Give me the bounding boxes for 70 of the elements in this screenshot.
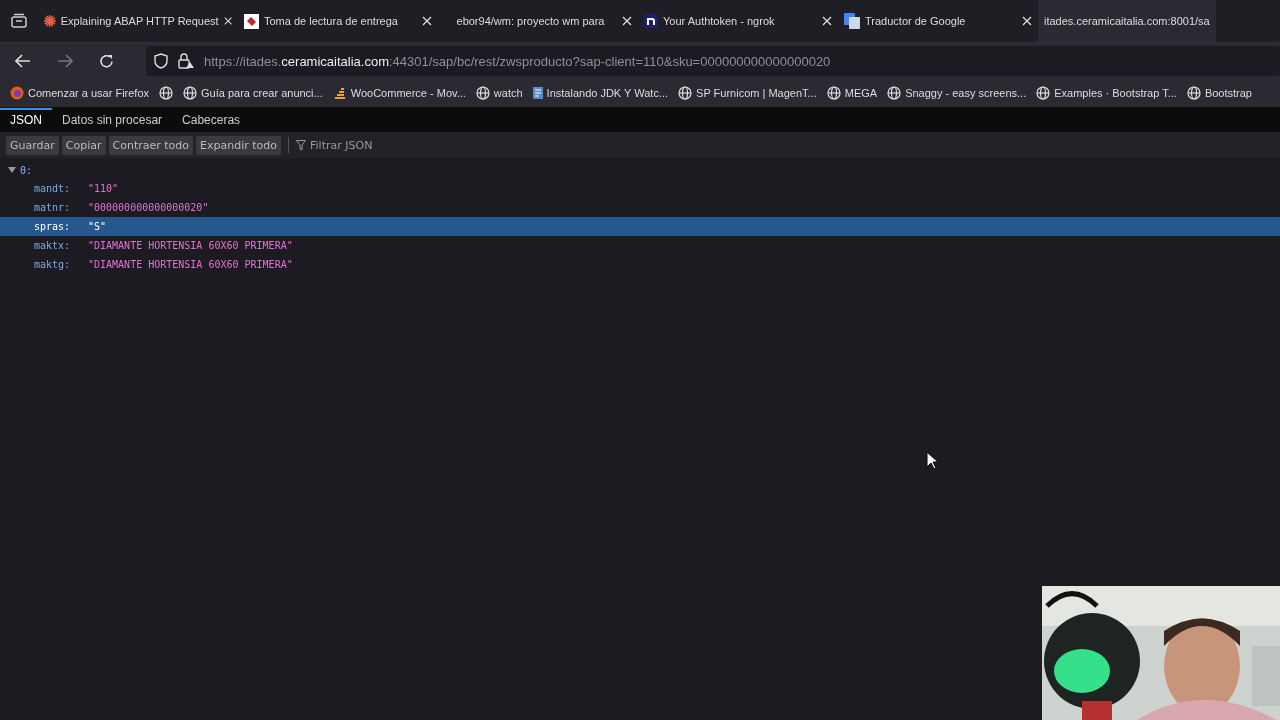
bookmark[interactable]: Instalando JDK Y Watc...: [532, 87, 669, 99]
filter-icon: [296, 139, 306, 151]
browser-tab[interactable]: Traductor de Google: [838, 0, 1038, 42]
bookmark[interactable]: SP Furnicom | MagenT...: [678, 86, 817, 100]
bookmark[interactable]: Comenzar a usar Firefox: [10, 86, 150, 100]
globe-icon: [1036, 86, 1051, 100]
browser-tab[interactable]: ebor94/wm: proyecto wm para: [438, 0, 638, 42]
json-key: 0:: [20, 164, 74, 176]
document-icon: [532, 87, 543, 99]
json-value: "DIAMANTE HORTENSIA 60X60 PRIMERA": [88, 259, 293, 270]
expand-arrow-icon[interactable]: [8, 166, 16, 174]
back-icon[interactable]: [15, 54, 31, 68]
toolbar-button[interactable]: Copiar: [61, 135, 106, 155]
stack-icon: [332, 86, 347, 100]
close-icon[interactable]: [622, 16, 632, 26]
browser-tab[interactable]: Explaining ABAP HTTP Request: [38, 0, 238, 42]
globe-icon: [887, 86, 902, 100]
globe-icon: [678, 86, 693, 100]
forward-icon: [57, 54, 73, 68]
browser-tab[interactable]: Your Authtoken - ngrok: [638, 0, 838, 42]
toolbar-button[interactable]: Expandir todo: [196, 135, 281, 155]
bookmark[interactable]: [159, 86, 174, 100]
browser-tab[interactable]: Toma de lectura de entrega: [238, 0, 438, 42]
json-row[interactable]: spras: "S": [0, 217, 1280, 236]
json-value: "S": [88, 221, 107, 232]
json-value: "110": [88, 183, 119, 194]
close-icon[interactable]: [822, 16, 832, 26]
viewer-tab[interactable]: Cabeceras: [172, 108, 251, 132]
translate-icon: [844, 13, 860, 29]
json-row[interactable]: mandt: "110": [0, 179, 1280, 198]
globe-icon: [826, 86, 841, 100]
globe-icon: [475, 86, 490, 100]
bookmark[interactable]: WooCommerce - Mov...: [332, 86, 466, 100]
site-logo-icon: [244, 13, 259, 29]
json-row[interactable]: maktx: "DIAMANTE HORTENSIA 60X60 PRIMERA": [0, 236, 1280, 255]
globe-icon: [1186, 86, 1201, 100]
mouse-pointer-icon: [926, 451, 938, 470]
json-row[interactable]: maktg: "DIAMANTE HORTENSIA 60X60 PRIMERA": [0, 255, 1280, 274]
bookmark[interactable]: MEGA: [826, 86, 878, 100]
reload-icon[interactable]: [99, 53, 114, 69]
close-icon[interactable]: [1022, 16, 1032, 26]
burst-icon: [44, 14, 56, 28]
globe-icon: [159, 86, 174, 100]
json-key: maktx:: [34, 240, 88, 251]
browser-tab[interactable]: itades.ceramicaitalia.com:8001/sa: [1038, 0, 1216, 42]
n-logo-icon: [644, 14, 658, 28]
json-value: "000000000000000020": [88, 202, 209, 213]
toolbar-button[interactable]: Guardar: [6, 135, 59, 155]
bookmark[interactable]: Guía para crear anunci...: [183, 86, 323, 100]
close-icon[interactable]: [223, 16, 232, 26]
json-key: spras:: [34, 221, 88, 232]
bookmark[interactable]: Snaggy - easy screens...: [887, 86, 1027, 100]
globe-icon: [183, 86, 198, 100]
filter-field[interactable]: Filtrar JSON: [296, 138, 430, 152]
json-key: mandt:: [34, 183, 88, 194]
viewer-tab[interactable]: Datos sin procesar: [52, 108, 173, 132]
shield-icon[interactable]: [154, 53, 168, 69]
json-row[interactable]: matnr: "000000000000000020": [0, 198, 1280, 217]
bookmark[interactable]: Bootstrap: [1186, 86, 1252, 100]
lock-warning-icon[interactable]: [178, 53, 194, 69]
json-key: maktg:: [34, 259, 88, 270]
json-key: matnr:: [34, 202, 88, 213]
close-icon[interactable]: [422, 16, 432, 26]
json-value: "DIAMANTE HORTENSIA 60X60 PRIMERA": [88, 240, 293, 251]
address-bar[interactable]: https://itades.ceramicaitalia.com:44301/sap/bc/rest/zwsproducto?sap-client=110&sku=000000000000000020: [146, 46, 1280, 76]
bookmark[interactable]: Examples · Bootstrap T...: [1036, 86, 1177, 100]
tab-overview-icon[interactable]: [10, 13, 28, 29]
bookmark[interactable]: watch: [475, 86, 523, 100]
toolbar-button[interactable]: Contraer todo: [108, 135, 194, 155]
firefox-icon: [10, 86, 24, 100]
